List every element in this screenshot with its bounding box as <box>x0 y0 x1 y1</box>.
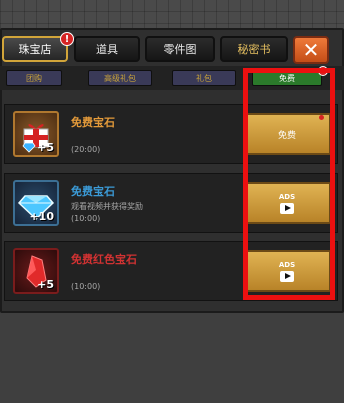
red-gem-icon: +5 <box>13 248 59 294</box>
item-description: 观看视频并获得奖励 <box>71 202 143 211</box>
item-title: 免费宝石 <box>71 116 115 129</box>
item-title: 免费红色宝石 <box>71 253 137 266</box>
item-title: 免费宝石 <box>71 185 115 198</box>
subtab-premium-pack[interactable]: 高级礼包 <box>88 70 152 86</box>
tab-secret-book[interactable]: 秘密书 <box>220 36 288 62</box>
item-timer: (10:00) <box>71 214 101 223</box>
background-bottom <box>0 312 344 403</box>
quantity-label: +5 <box>37 278 54 291</box>
item-timer: (20:00) <box>71 145 101 154</box>
tab-items[interactable]: 道具 <box>74 36 140 62</box>
tab-jewel-shop[interactable]: 珠宝店 <box>2 36 68 62</box>
tab-parts[interactable]: 零件图 <box>145 36 215 62</box>
subtab-pack[interactable]: 礼包 <box>172 70 236 86</box>
item-timer: (10:00) <box>71 282 101 291</box>
quantity-label: +5 <box>37 141 54 154</box>
quantity-label: +10 <box>29 210 54 223</box>
tab-alert-badge: ! <box>60 32 74 46</box>
diamond-icon: +10 <box>13 180 59 226</box>
gift-gem-icon: +5 <box>13 111 59 157</box>
highlight-box <box>243 68 335 300</box>
close-icon: ✕ <box>302 38 320 62</box>
subtab-group-buy[interactable]: 团购 <box>6 70 62 86</box>
close-button[interactable]: ✕ <box>293 36 329 64</box>
